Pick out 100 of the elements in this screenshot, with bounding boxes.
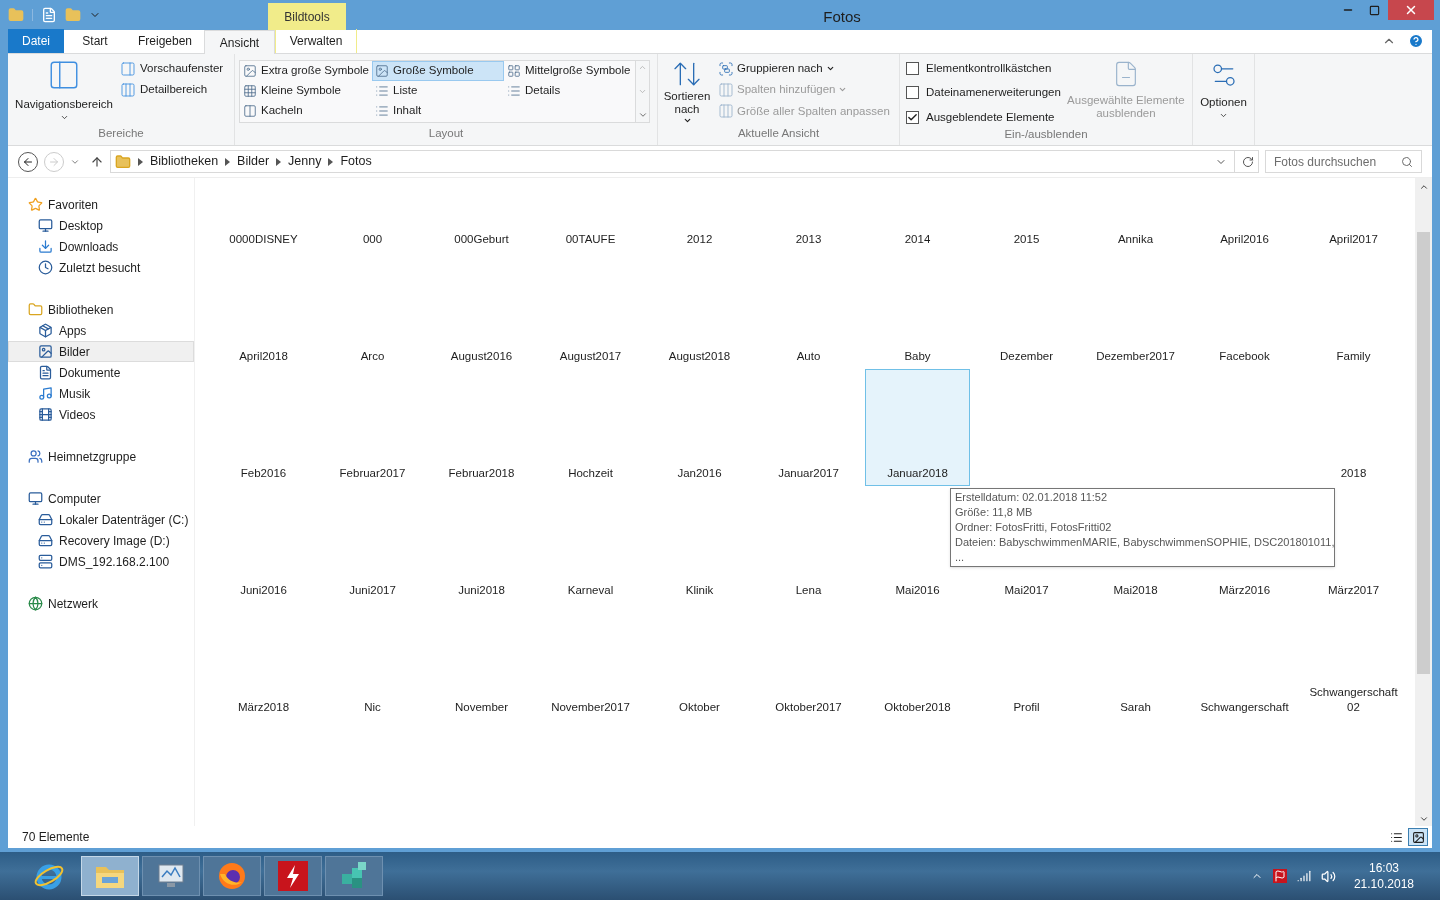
volume-icon[interactable] bbox=[1320, 868, 1336, 884]
folder-item[interactable]: 2012 bbox=[686, 232, 713, 247]
folder-item[interactable]: Dezember bbox=[999, 349, 1054, 364]
folder-item[interactable]: November bbox=[454, 700, 509, 715]
properties-icon[interactable] bbox=[41, 7, 57, 23]
refresh-icon[interactable] bbox=[1242, 155, 1254, 168]
help-icon[interactable] bbox=[1408, 33, 1424, 49]
nav-item[interactable]: Apps bbox=[8, 320, 194, 341]
folder-item[interactable]: 00TAUFE bbox=[565, 232, 616, 247]
folder-item[interactable]: Januar2017 bbox=[778, 466, 839, 481]
signal-icon[interactable] bbox=[1296, 869, 1311, 883]
folder-item[interactable]: Baby bbox=[904, 349, 931, 364]
nav-item[interactable]: Favoriten bbox=[8, 194, 194, 215]
breadcrumb[interactable]: Bibliotheken bbox=[150, 152, 219, 171]
folder-item[interactable]: August2016 bbox=[450, 349, 513, 364]
folder-item[interactable]: Oktober bbox=[679, 700, 720, 715]
folder-item[interactable]: März2016 bbox=[1218, 583, 1271, 598]
folder-item[interactable]: Profil bbox=[1013, 700, 1040, 715]
folder-item[interactable]: Feb2016 bbox=[240, 466, 287, 481]
layout-option[interactable]: Extra große Symbole bbox=[240, 61, 372, 81]
folder-item[interactable]: Juni2018 bbox=[458, 583, 505, 598]
nav-item[interactable]: Computer bbox=[8, 488, 194, 509]
large-icons-view-button[interactable] bbox=[1408, 828, 1428, 846]
folder-item[interactable]: Februar2017 bbox=[339, 466, 406, 481]
scroll-down-icon[interactable] bbox=[1418, 814, 1429, 824]
layout-option[interactable]: Details bbox=[504, 81, 637, 101]
nav-item[interactable]: Recovery Image (D:) bbox=[8, 530, 194, 551]
scroll-up-icon[interactable] bbox=[1418, 182, 1429, 192]
folder-item[interactable]: Dezember2017 bbox=[1096, 349, 1175, 364]
nav-item[interactable]: Heimnetzgruppe bbox=[8, 446, 194, 467]
folder-item[interactable]: Juni2017 bbox=[349, 583, 396, 598]
clock[interactable]: 16:03 21.10.2018 bbox=[1353, 860, 1414, 892]
address-bar[interactable]: Bibliotheken Bilder Jenny Fotos bbox=[110, 150, 1259, 173]
ribbon-tab[interactable]: Ansicht bbox=[204, 30, 275, 54]
nav-item[interactable]: Desktop bbox=[8, 215, 194, 236]
folder-item[interactable]: Arco bbox=[360, 349, 385, 364]
folder-item[interactable]: August2017 bbox=[559, 349, 622, 364]
checkbox-option[interactable]: Elementkontrollkästchen bbox=[906, 60, 1061, 78]
nav-item[interactable]: Downloads bbox=[8, 236, 194, 257]
folder-item[interactable]: Karneval bbox=[567, 583, 614, 598]
breadcrumb[interactable]: Bilder bbox=[237, 152, 270, 171]
folder-item[interactable]: November2017 bbox=[551, 700, 630, 715]
taskbar-button[interactable] bbox=[203, 856, 261, 896]
navigation-pane-button[interactable]: Navigationsbereich bbox=[8, 58, 120, 125]
layout-option[interactable]: Große Symbole bbox=[372, 61, 504, 81]
folder-item[interactable]: 000Geburt bbox=[454, 232, 509, 247]
folder-item[interactable]: Hochzeit bbox=[568, 466, 613, 481]
pane-button[interactable]: Vorschaufenster bbox=[120, 60, 224, 78]
nav-item[interactable]: Dokumente bbox=[8, 362, 194, 383]
folder-item[interactable]: Facebook bbox=[1219, 349, 1270, 364]
folder-item[interactable]: Oktober2018 bbox=[884, 700, 951, 715]
search-field[interactable]: Fotos durchsuchen bbox=[1265, 150, 1422, 173]
checkbox-option[interactable]: Dateinamenerweiterungen bbox=[906, 84, 1061, 102]
scrollbar-thumb[interactable] bbox=[1417, 232, 1430, 674]
folder-item[interactable]: Februar2018 bbox=[448, 466, 515, 481]
layout-option[interactable]: Liste bbox=[372, 81, 504, 101]
flag-icon[interactable] bbox=[1272, 869, 1287, 883]
nav-item[interactable]: DMS_192.168.2.100 bbox=[8, 551, 194, 572]
folder-item[interactable]: April2017 bbox=[1329, 232, 1378, 247]
nav-item[interactable]: Netzwerk bbox=[8, 593, 194, 614]
folder-item[interactable]: Oktober2017 bbox=[775, 700, 842, 715]
layout-option[interactable]: Kleine Symbole bbox=[240, 81, 372, 101]
folder-item[interactable]: 2014 bbox=[904, 232, 931, 247]
folder-item[interactable]: Nic bbox=[364, 700, 381, 715]
folder-item[interactable]: Family bbox=[1336, 349, 1371, 364]
layout-option[interactable]: Mittelgroße Symbole bbox=[504, 61, 637, 81]
ribbon-tab[interactable]: Start bbox=[64, 29, 126, 53]
folder-item[interactable]: 000 bbox=[362, 232, 383, 247]
folder-item[interactable]: 0000DISNEY bbox=[229, 232, 298, 247]
view-option[interactable]: Gruppieren nach bbox=[718, 60, 890, 78]
up-icon[interactable] bbox=[90, 154, 104, 169]
taskbar-button[interactable] bbox=[142, 856, 200, 896]
expand-gallery-icon[interactable] bbox=[637, 110, 648, 120]
folder-item[interactable]: Januar2018 bbox=[865, 369, 970, 486]
folder-item[interactable]: April2016 bbox=[1220, 232, 1269, 247]
folder-item[interactable]: Schwangerschaft bbox=[1200, 700, 1289, 715]
breadcrumb[interactable]: Jenny bbox=[288, 152, 322, 171]
folder-item[interactable]: 2015 bbox=[1013, 232, 1040, 247]
nav-item[interactable]: Bilder bbox=[8, 341, 194, 362]
folder-item[interactable]: Schwangerschaft 02 bbox=[1302, 685, 1405, 715]
options-button[interactable]: Optionen bbox=[1193, 54, 1254, 121]
taskbar-button[interactable] bbox=[325, 856, 383, 896]
sort-button[interactable]: Sortieren nach bbox=[662, 58, 712, 125]
ribbon-tab[interactable]: Verwalten bbox=[275, 29, 357, 53]
folder-item[interactable]: Auto bbox=[796, 349, 821, 364]
nav-item[interactable]: Lokaler Datenträger (C:) bbox=[8, 509, 194, 530]
folder-item[interactable]: Mai2017 bbox=[1004, 583, 1049, 598]
breadcrumb[interactable]: Fotos bbox=[340, 152, 372, 171]
folder-item[interactable]: Sarah bbox=[1120, 700, 1151, 715]
folder-item[interactable]: Jan2016 bbox=[677, 466, 722, 481]
layout-option[interactable]: Kacheln bbox=[240, 101, 372, 121]
folder-item[interactable]: Juni2016 bbox=[240, 583, 287, 598]
nav-item[interactable]: Zuletzt besucht bbox=[8, 257, 194, 278]
folder-item[interactable]: März2018 bbox=[237, 700, 290, 715]
folder-item[interactable]: April2018 bbox=[239, 349, 288, 364]
folder-item[interactable]: 2018 bbox=[1340, 466, 1367, 481]
folder-item[interactable]: Mai2016 bbox=[895, 583, 940, 598]
ribbon-tab[interactable]: Freigeben bbox=[126, 29, 204, 53]
nav-item[interactable]: Videos bbox=[8, 404, 194, 425]
nav-item[interactable]: Musik bbox=[8, 383, 194, 404]
